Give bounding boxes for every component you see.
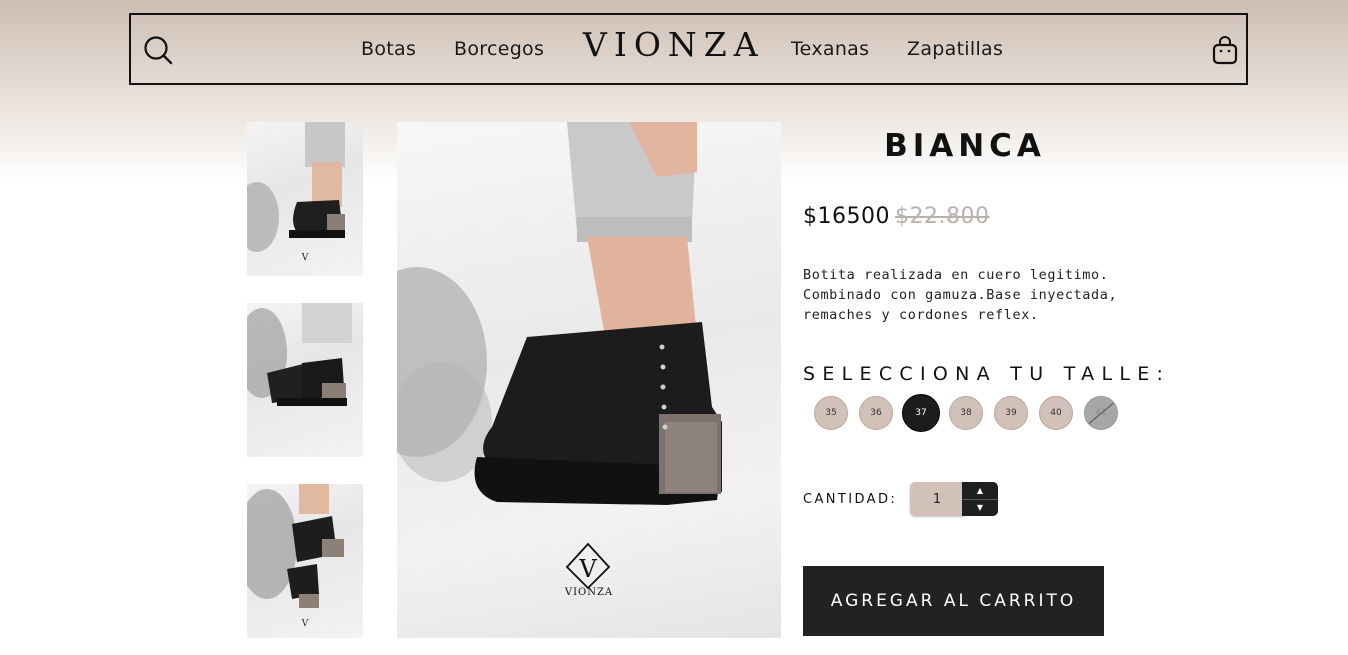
- product-main-image: V VIONZA: [397, 122, 781, 638]
- size-option-35[interactable]: 35: [814, 396, 848, 430]
- thumbnail-image: V: [247, 122, 345, 263]
- unavailable-strike: [1085, 397, 1117, 429]
- product-thumbnail-3[interactable]: V: [247, 484, 363, 638]
- search-icon[interactable]: [143, 35, 173, 65]
- brand-logo[interactable]: VIONZA: [583, 25, 758, 64]
- boot-photo-illustration: V: [397, 122, 722, 590]
- size-option-38[interactable]: 38: [949, 396, 983, 430]
- chevron-down-icon[interactable]: ▼: [962, 499, 998, 516]
- product-title: BIANCA: [884, 128, 1046, 164]
- svg-text:V: V: [578, 555, 597, 583]
- svg-text:V: V: [301, 253, 309, 263]
- description-line: Botita realizada en cuero legitimo.: [803, 267, 1109, 283]
- size-option-39[interactable]: 39: [994, 396, 1028, 430]
- chevron-up-icon[interactable]: ▲: [962, 482, 998, 500]
- product-description: Botita realizada en cuero legitimo. Comb…: [803, 265, 1143, 325]
- shopping-bag-icon[interactable]: [1211, 35, 1239, 65]
- current-price: $16500: [803, 204, 890, 229]
- thumbnail-image: [247, 303, 352, 406]
- description-line: Combinado con gamuza.Base inyectada,: [803, 287, 1118, 303]
- quantity-input[interactable]: 1: [910, 482, 964, 516]
- product-thumbnail-2[interactable]: [247, 303, 363, 457]
- size-selector-label: SELECCIONA TU TALLE:: [803, 363, 1171, 385]
- size-option-41-unavailable: 41: [1084, 396, 1118, 430]
- watermark-logo: VIONZA: [564, 587, 614, 598]
- description-line: remaches y cordones reflex.: [803, 307, 1039, 323]
- thumbnail-image: V: [247, 484, 344, 629]
- quantity-stepper: ▲ ▼: [962, 482, 998, 516]
- nav-link-borcegos[interactable]: Borcegos: [454, 38, 544, 60]
- product-thumbnail-1[interactable]: V: [247, 122, 363, 276]
- size-option-36[interactable]: 36: [859, 396, 893, 430]
- svg-text:V: V: [301, 619, 309, 629]
- quantity-label: CANTIDAD:: [803, 492, 898, 507]
- nav-link-texanas[interactable]: Texanas: [791, 38, 869, 60]
- top-navigation: Botas Borcegos VIONZA Texanas Zapatillas: [129, 13, 1248, 85]
- original-price: $22.800: [895, 204, 990, 229]
- add-to-cart-button[interactable]: AGREGAR AL CARRITO: [803, 566, 1104, 636]
- nav-link-botas[interactable]: Botas: [361, 38, 416, 60]
- size-option-37-selected[interactable]: 37: [902, 394, 940, 432]
- nav-link-zapatillas[interactable]: Zapatillas: [907, 38, 1003, 60]
- size-option-40[interactable]: 40: [1039, 396, 1073, 430]
